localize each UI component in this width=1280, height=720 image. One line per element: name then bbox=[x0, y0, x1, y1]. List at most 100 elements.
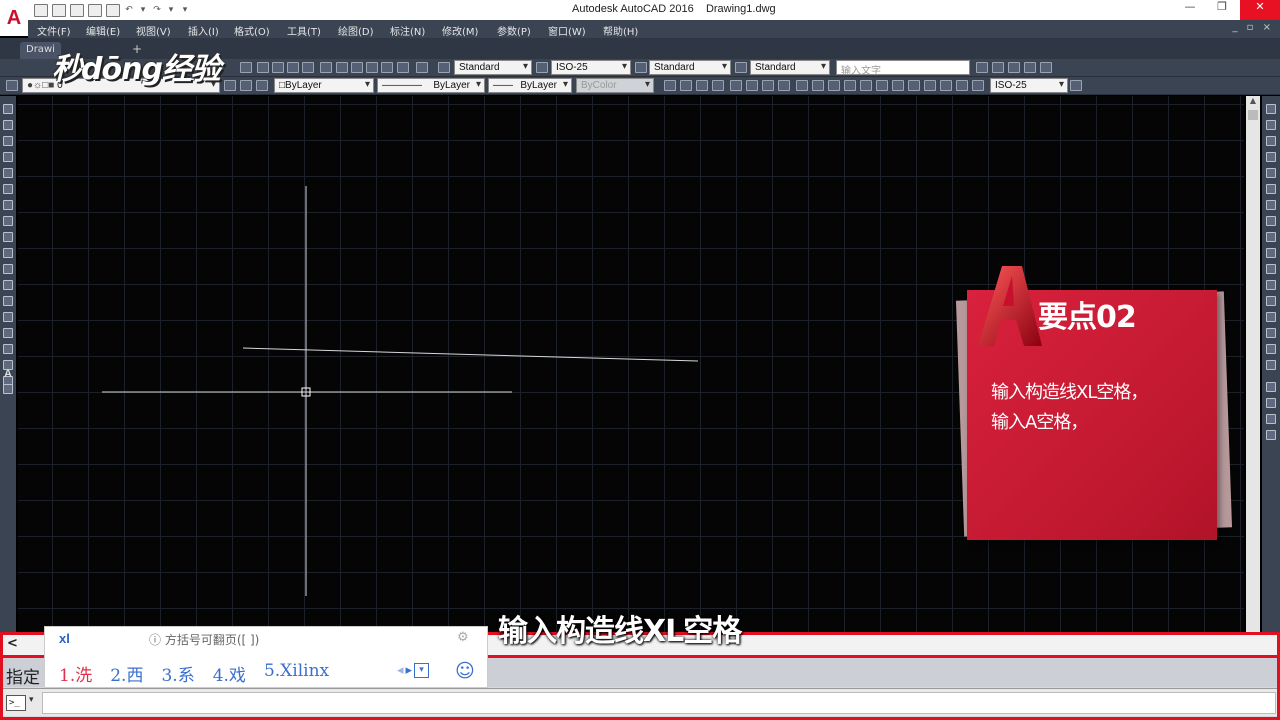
erase-icon[interactable] bbox=[1266, 104, 1276, 114]
extend-icon[interactable] bbox=[1266, 264, 1276, 274]
dim-style-select-2[interactable]: ISO-25 bbox=[990, 78, 1068, 93]
quickcalc-icon[interactable] bbox=[397, 62, 409, 73]
revision-cloud-icon[interactable] bbox=[3, 216, 13, 226]
line-icon[interactable] bbox=[3, 104, 13, 114]
construction-line[interactable] bbox=[242, 347, 699, 362]
ime-candidate-3[interactable]: 3.系 bbox=[161, 661, 194, 686]
search-input[interactable]: 输入文字 bbox=[836, 60, 970, 77]
quick-dim-icon[interactable] bbox=[796, 80, 808, 91]
draworder-icon[interactable] bbox=[1266, 382, 1276, 392]
menu-draw[interactable]: 绘图(D) bbox=[338, 23, 374, 38]
chevron-left-icon[interactable]: < bbox=[7, 636, 18, 651]
workspace-icon[interactable] bbox=[976, 62, 988, 73]
pan-icon[interactable] bbox=[257, 62, 269, 73]
text-front-icon[interactable] bbox=[1266, 430, 1276, 440]
move-icon[interactable] bbox=[1266, 184, 1276, 194]
command-input[interactable] bbox=[42, 692, 1276, 714]
menu-format[interactable]: 格式(O) bbox=[234, 23, 270, 38]
maximize-button[interactable]: ❐ bbox=[1204, 0, 1240, 20]
ime-candidate-2[interactable]: 2.西 bbox=[110, 661, 143, 686]
sheet-set-icon[interactable] bbox=[366, 62, 378, 73]
mirror-icon[interactable] bbox=[1266, 136, 1276, 146]
dim-update-icon[interactable] bbox=[972, 80, 984, 91]
menu-parametric[interactable]: 参数(P) bbox=[497, 23, 531, 38]
array-icon[interactable] bbox=[1266, 168, 1276, 178]
page-prev-icon[interactable]: ◂ bbox=[397, 663, 404, 678]
dim-break-icon[interactable] bbox=[860, 80, 872, 91]
menu-insert[interactable]: 插入(I) bbox=[188, 23, 219, 38]
close-button[interactable]: ✕ bbox=[1240, 0, 1280, 20]
layout-icon[interactable] bbox=[992, 62, 1004, 73]
menu-file[interactable]: 文件(F) bbox=[37, 23, 71, 38]
polyline-icon[interactable] bbox=[3, 136, 13, 146]
construction-line-icon[interactable] bbox=[3, 120, 13, 130]
offset-icon[interactable] bbox=[1266, 152, 1276, 162]
customize-qat-icon[interactable]: ▾ bbox=[180, 4, 190, 17]
rotate-icon[interactable] bbox=[1266, 200, 1276, 210]
menu-edit[interactable]: 编辑(E) bbox=[86, 23, 120, 38]
plot-icon[interactable] bbox=[106, 3, 120, 17]
break-icon[interactable] bbox=[1266, 280, 1276, 290]
ime-candidate-1[interactable]: 1.洗 bbox=[59, 661, 92, 686]
expand-candidates-icon[interactable]: ▾ bbox=[414, 663, 430, 678]
tolerance-icon[interactable] bbox=[876, 80, 888, 91]
new-file-icon[interactable] bbox=[34, 3, 48, 17]
make-block-icon[interactable] bbox=[3, 296, 13, 306]
aligned-dim-icon[interactable] bbox=[680, 80, 692, 91]
zoom-previous-icon[interactable] bbox=[302, 62, 314, 73]
polygon-icon[interactable] bbox=[3, 152, 13, 162]
scale-icon[interactable] bbox=[1266, 216, 1276, 226]
scrollbar-thumb[interactable] bbox=[1248, 110, 1258, 120]
lineweight-select[interactable]: —— ByLayer bbox=[488, 78, 572, 93]
dim-edit-icon[interactable] bbox=[940, 80, 952, 91]
layer-previous-icon[interactable] bbox=[240, 80, 252, 91]
dim-space-icon[interactable] bbox=[844, 80, 856, 91]
angular-dim-icon[interactable] bbox=[778, 80, 790, 91]
menu-modify[interactable]: 修改(M) bbox=[442, 23, 478, 38]
point-icon[interactable] bbox=[3, 312, 13, 322]
menu-help[interactable]: 帮助(H) bbox=[603, 23, 638, 38]
redo-icon[interactable]: ↷ bbox=[152, 4, 162, 17]
ordinate-dim-icon[interactable] bbox=[712, 80, 724, 91]
linetype-select[interactable]: ———— ByLayer bbox=[377, 78, 485, 93]
ellipse-icon[interactable] bbox=[3, 248, 13, 258]
ellipse-arc-icon[interactable] bbox=[3, 264, 13, 274]
layer-state-icon[interactable] bbox=[256, 80, 268, 91]
blend-icon[interactable] bbox=[1266, 344, 1276, 354]
multiline-text-icon[interactable]: A bbox=[4, 368, 12, 380]
menu-dimension[interactable]: 标注(N) bbox=[390, 23, 425, 38]
zoom-window-icon[interactable] bbox=[287, 62, 299, 73]
add-selected-icon[interactable] bbox=[3, 384, 13, 394]
spline-icon[interactable] bbox=[3, 232, 13, 242]
fillet-icon[interactable] bbox=[1266, 328, 1276, 338]
text-style-select[interactable]: Standard bbox=[454, 60, 532, 75]
command-dropdown-icon[interactable]: ▾ bbox=[29, 695, 34, 705]
arc-length-icon[interactable] bbox=[696, 80, 708, 91]
multileader-style-select[interactable]: Standard bbox=[750, 60, 830, 75]
radius-dim-icon[interactable] bbox=[730, 80, 742, 91]
join-icon[interactable] bbox=[1266, 296, 1276, 306]
save-icon[interactable] bbox=[70, 3, 84, 17]
trim-icon[interactable] bbox=[1266, 248, 1276, 258]
insert-block-icon[interactable] bbox=[3, 280, 13, 290]
save-as-icon[interactable] bbox=[88, 3, 102, 17]
design-center-icon[interactable] bbox=[336, 62, 348, 73]
make-current-layer-icon[interactable] bbox=[224, 80, 236, 91]
undo-dropdown-icon[interactable]: ▾ bbox=[138, 4, 148, 17]
properties-icon[interactable] bbox=[320, 62, 332, 73]
ime-candidate-5[interactable]: 5.Xilinx bbox=[264, 661, 329, 686]
continue-dim-icon[interactable] bbox=[828, 80, 840, 91]
help-icon[interactable] bbox=[416, 62, 428, 73]
circle-icon[interactable] bbox=[3, 200, 13, 210]
vertical-scrollbar[interactable]: ▲ bbox=[1246, 96, 1260, 632]
document-window-controls[interactable]: _ ▫ × bbox=[1232, 22, 1274, 33]
dim-text-edit-icon[interactable] bbox=[956, 80, 968, 91]
jogged-linear-icon[interactable] bbox=[924, 80, 936, 91]
rectangle-icon[interactable] bbox=[3, 168, 13, 178]
chamfer-icon[interactable] bbox=[1266, 312, 1276, 322]
baseline-dim-icon[interactable] bbox=[812, 80, 824, 91]
diameter-dim-icon[interactable] bbox=[762, 80, 774, 91]
hatch-icon[interactable] bbox=[3, 328, 13, 338]
copy-icon[interactable] bbox=[1266, 120, 1276, 130]
explode-icon[interactable] bbox=[1266, 360, 1276, 370]
